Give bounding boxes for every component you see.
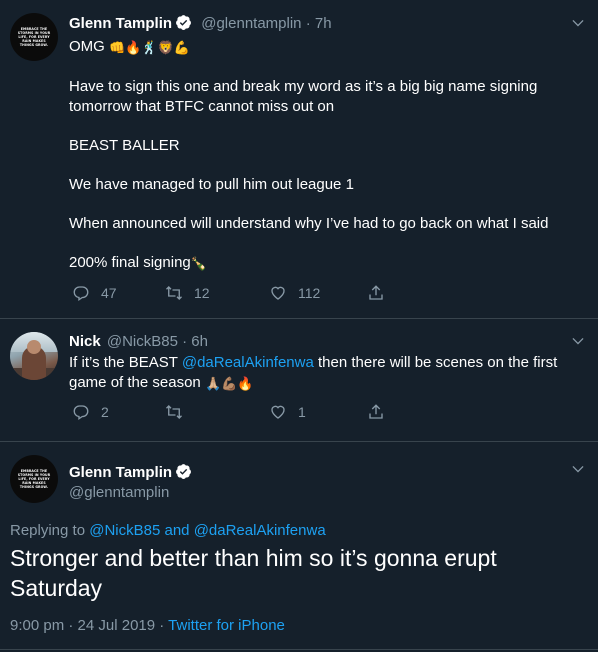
emoji-row: 🙏🏼💪🏽🔥 — [204, 376, 254, 391]
like-count: 112 — [298, 285, 321, 301]
reply-icon — [73, 405, 89, 421]
share-icon — [369, 404, 383, 419]
replying-prefix: Replying to — [10, 522, 90, 539]
main-tweet-text: Stronger and better than him so it’s gon… — [10, 545, 497, 601]
author-handle[interactable]: @glenntamplin — [69, 484, 169, 501]
retweet-icon — [166, 286, 182, 300]
reply-count: 2 — [101, 404, 109, 420]
verified-badge-icon — [176, 15, 191, 30]
separator-dot: · — [182, 333, 192, 350]
main-tweet: EMBRACE THE STORMS IN YOUR LIFE, FOR EVE… — [0, 442, 598, 652]
like-button[interactable]: 1 — [269, 403, 306, 421]
tweet-line-omg: OMG — [69, 38, 105, 55]
tweet-actions: 2 1 — [72, 403, 472, 423]
chevron-down-icon[interactable] — [570, 462, 586, 478]
tweet-paragraph: When announced will understand why I’ve … — [69, 215, 549, 232]
avatar[interactable]: EMBRACE THE STORMS IN YOUR LIFE, FOR EVE… — [10, 455, 58, 503]
tweet-meta: 9:00 pm · 24 Jul 2019 · Twitter for iPho… — [10, 617, 285, 634]
bottle-emoji: 🍾 — [190, 256, 207, 271]
main-author[interactable]: Glenn Tamplin — [69, 463, 192, 481]
tweet-paragraph: Have to sign this one and break my word … — [69, 78, 538, 115]
author-name[interactable]: Nick — [69, 333, 101, 350]
tweet-body: If it’s the BEAST @daRealAkinfenwa then … — [69, 353, 594, 393]
reply-count: 47 — [101, 285, 117, 301]
like-button[interactable]: 112 — [269, 284, 320, 302]
tweet-text: If it’s the BEAST — [69, 354, 182, 371]
tweet-last-line: 200% final signing — [69, 254, 191, 271]
reply-to-link[interactable]: @NickB85 — [89, 522, 160, 539]
retweet-count: 12 — [194, 285, 210, 301]
verified-badge-icon — [176, 464, 191, 479]
tweet-header: Nick @NickB85 · 6h — [69, 333, 208, 350]
tweet-paragraph: We have managed to pull him out league 1 — [69, 176, 354, 193]
retweet-button[interactable]: 12 — [165, 284, 210, 302]
tweet-paragraph: BEAST BALLER — [69, 137, 180, 154]
tweet-glenn-1[interactable]: EMBRACE THE STORMS IN YOUR LIFE, FOR EVE… — [0, 0, 598, 318]
author-handle[interactable]: @glenntamplin — [201, 15, 301, 32]
tweet-actions: 47 12 112 — [72, 284, 472, 304]
share-button[interactable] — [367, 284, 385, 302]
retweet-button[interactable] — [165, 403, 194, 421]
tweet-header: Glenn Tamplin @glenntamplin · 7h — [69, 14, 332, 32]
tweet-time[interactable]: 7h — [315, 15, 332, 32]
heart-icon — [271, 405, 285, 419]
tweet-time[interactable]: 6h — [191, 333, 208, 350]
avatar-caption: EMBRACE THE STORMS IN YOUR LIFE, FOR EVE… — [17, 469, 51, 489]
reply-button[interactable]: 2 — [72, 403, 109, 421]
chevron-down-icon[interactable] — [570, 16, 586, 32]
author-name[interactable]: Glenn Tamplin — [69, 15, 172, 32]
avatar[interactable] — [10, 332, 58, 380]
like-count: 1 — [298, 404, 306, 420]
share-icon — [369, 285, 383, 300]
tweet-nick[interactable]: Nick @NickB85 · 6h If it’s the BEAST @da… — [0, 319, 598, 441]
heart-icon — [271, 286, 285, 300]
tweet-body: OMG 👊🔥🕺🦁💪 Have to sign this one and brea… — [69, 37, 569, 273]
reply-to-link[interactable]: @daRealAkinfenwa — [194, 522, 326, 539]
divider — [0, 649, 598, 650]
share-button[interactable] — [367, 403, 385, 421]
avatar[interactable]: EMBRACE THE STORMS IN YOUR LIFE, FOR EVE… — [10, 13, 58, 61]
retweet-icon — [166, 405, 182, 419]
replying-to: Replying to @NickB85 and @daRealAkinfenw… — [10, 522, 326, 539]
mention-link[interactable]: @daRealAkinfenwa — [182, 354, 314, 371]
chevron-down-icon[interactable] — [570, 334, 586, 350]
reply-button[interactable]: 47 — [72, 284, 117, 302]
emoji-row: 👊🔥🕺🦁💪 — [109, 40, 190, 55]
reply-icon — [73, 286, 89, 302]
avatar-head — [27, 340, 41, 354]
replying-and: and — [160, 522, 194, 539]
tweet-source-link[interactable]: Twitter for iPhone — [168, 617, 285, 634]
separator-dot: · — [305, 15, 315, 32]
author-handle[interactable]: @NickB85 — [107, 333, 178, 350]
avatar-caption: EMBRACE THE STORMS IN YOUR LIFE, FOR EVE… — [17, 27, 51, 47]
author-name[interactable]: Glenn Tamplin — [69, 464, 172, 481]
tweet-timestamp[interactable]: 9:00 pm · 24 Jul 2019 · — [10, 617, 168, 634]
